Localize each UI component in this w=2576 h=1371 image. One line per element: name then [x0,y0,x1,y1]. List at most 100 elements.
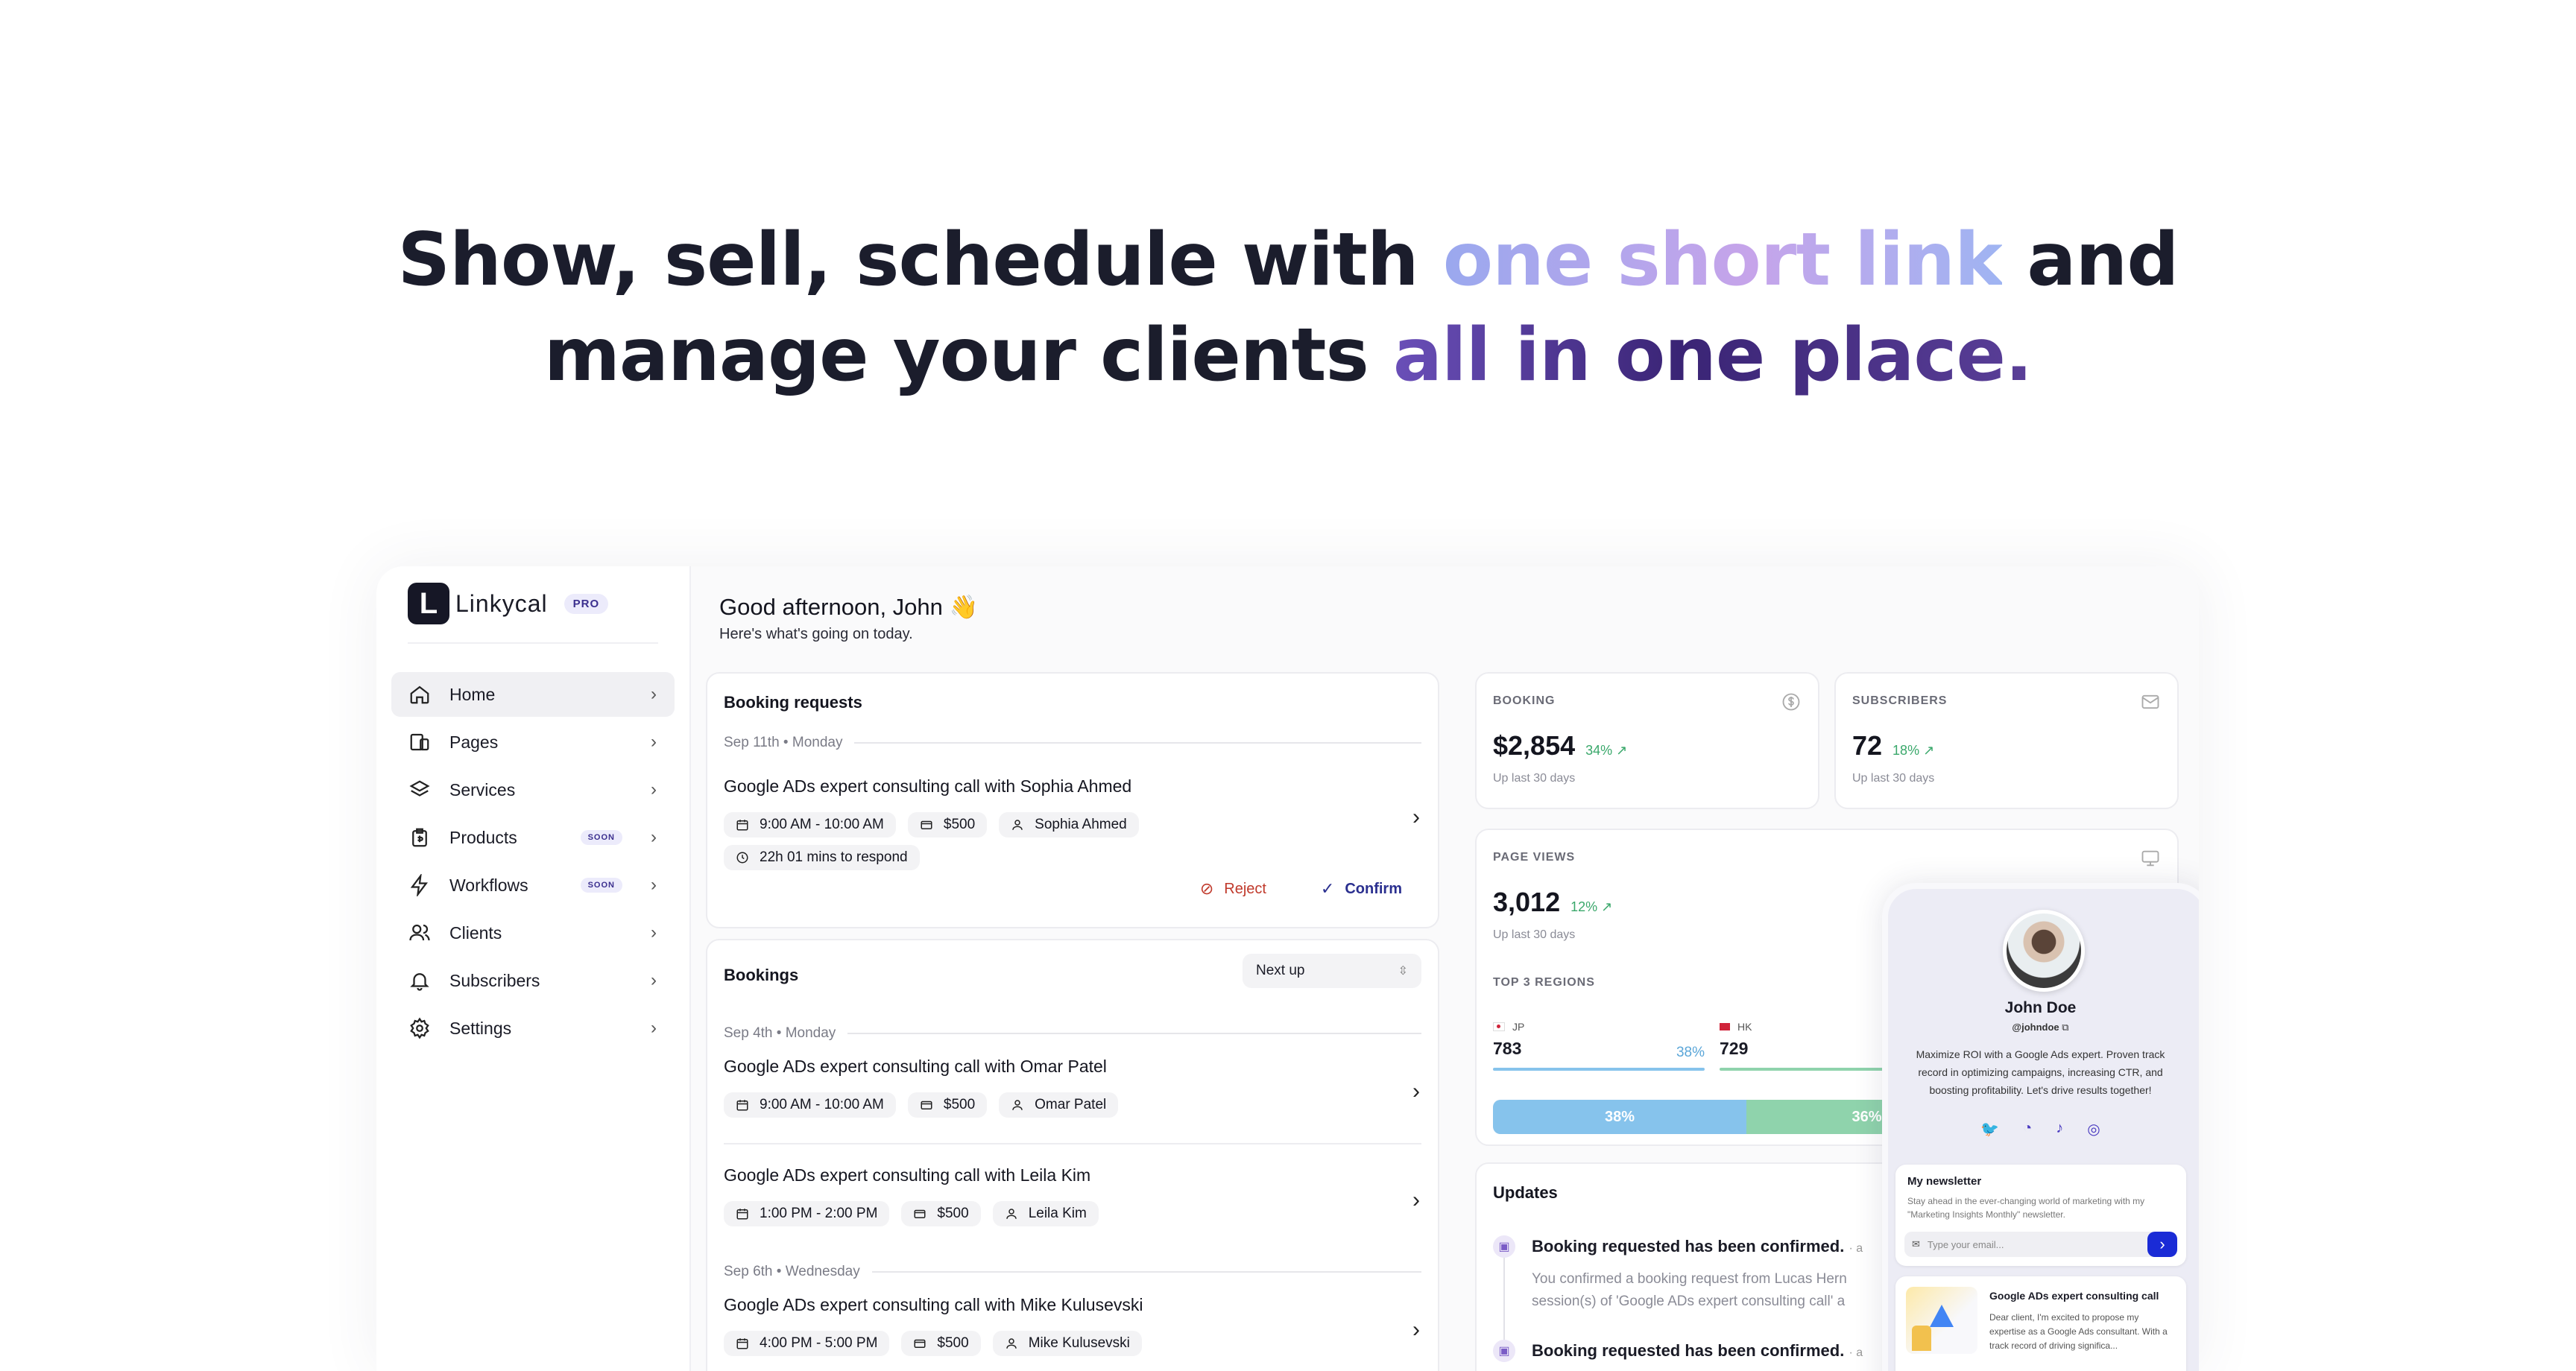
sidebar-item-services[interactable]: Services › [391,767,675,812]
reject-button[interactable]: ⊘ Reject [1200,879,1266,899]
sidebar-divider [408,642,658,644]
booking-details: 4:00 PM - 5:00 PM $500 Mike Kulusevski [724,1331,1154,1356]
regions-bar-segment-jp: 38% [1493,1100,1746,1134]
sidebar-item-products[interactable]: Products SOON › [391,815,675,860]
chevron-right-icon: › [651,684,657,704]
avatar [2003,910,2085,992]
region-pct: 38% [1676,1045,1705,1060]
calendar-icon [736,1100,748,1111]
sidebar-item-settings[interactable]: Settings › [391,1006,675,1051]
hero-text: manage your clients [543,313,1393,398]
stat-change: 34% ↗ [1585,743,1628,758]
user-icon [1012,820,1023,830]
chevron-updown-icon: ⇳ [1398,965,1408,978]
calendar-icon [736,820,748,831]
instagram-icon[interactable]: ◎ [2087,1120,2100,1139]
calendar-icon: ▣ [1493,1340,1515,1362]
profile-name: John Doe [2004,999,2077,1016]
hero-highlight: one short link [1442,218,2004,303]
profile-bio: Maximize ROI with a Google Ads expert. P… [1916,1048,2165,1096]
layers-icon [408,778,432,802]
hero-line-1: Show, sell, schedule with one short link… [0,212,2576,308]
sidebar-item-pages[interactable]: Pages › [391,720,675,764]
subscribe-button[interactable]: › [2147,1232,2177,1257]
soon-badge: SOON [580,830,622,845]
greeting-title: Good afternoon, John 👋 [719,594,979,620]
chevron-right-icon[interactable]: › [1412,1317,1420,1343]
date-label: Sep 6th • Wednesday [724,1264,860,1279]
chevron-right-icon[interactable]: › [1412,1188,1420,1213]
sidebar-item-workflows[interactable]: Workflows SOON › [391,863,675,908]
time-chip: 1:00 PM - 2:00 PM [724,1201,890,1226]
booking-title: Google ADs expert consulting call with S… [724,776,1132,796]
hero-line-2: manage your clients all in one place. [0,308,2576,403]
date-separator: Sep 11th • Monday [724,735,1421,751]
sidebar-item-label: Clients [449,922,502,943]
stat-period: Up last 30 days [1493,772,1576,785]
sidebar-item-clients[interactable]: Clients › [391,911,675,955]
update-body: You confirmed a booking request from Luc… [1532,1271,1847,1309]
copy-icon: ⧉ [2062,1022,2069,1033]
brand-logo[interactable]: L Linkycal PRO [408,583,609,624]
region-underline [1493,1068,1705,1071]
price-chip: $500 [901,1201,981,1226]
brand-name: Linkycal [455,589,548,617]
row-divider [724,1143,1421,1144]
card-icon [921,1101,932,1109]
hero-highlight: all in one place. [1392,313,2033,398]
card-title: Updates [1493,1183,1558,1202]
booking-details: 9:00 AM - 10:00 AM $500 Sophia Ahmed [724,812,1151,838]
calendar-icon [736,1209,748,1220]
confirm-button[interactable]: ✓ Confirm [1321,879,1402,899]
whatsapp-icon[interactable]: ◔ [2023,1120,2032,1139]
product-tag-icon [408,826,432,849]
bookings-filter-select[interactable]: Next up ⇳ [1243,954,1421,988]
flag-hk-icon [1720,1023,1730,1030]
twitter-icon[interactable]: 🐦 [1980,1120,1999,1139]
service-desc: Dear client, I'm excited to propose my e… [1989,1312,2168,1351]
stat-value: 72 18% ↗ [1852,730,1935,761]
calendar-icon [736,1338,748,1349]
sidebar-item-label: Subscribers [449,970,540,990]
user-icon [1006,1338,1017,1349]
profile-handle[interactable]: @johndoe ⧉ [1888,1022,2193,1033]
respond-chip: 22h 01 mins to respond [724,845,920,870]
hero-text: and [2002,218,2179,303]
hero-text: Show, sell, schedule with [397,218,1443,303]
date-label: Sep 4th • Monday [724,1025,836,1041]
booking-requests-card: Booking requests Sep 11th • Monday Googl… [706,672,1439,928]
stat-label: SUBSCRIBERS [1852,694,1948,707]
chevron-right-icon: › [651,875,657,895]
stat-change: 18% ↗ [1892,743,1935,758]
time-chip: 9:00 AM - 10:00 AM [724,1092,896,1118]
chevron-right-icon[interactable]: › [1412,1079,1420,1104]
hero-headline: Show, sell, schedule with one short link… [0,212,2576,403]
service-card[interactable]: Google ADs expert consulting call Dear c… [1895,1276,2186,1371]
sidebar-item-subscribers[interactable]: Subscribers › [391,958,675,1003]
sidebar-item-label: Products [449,827,517,847]
regions-bar-label: 38% [1604,1108,1635,1125]
chevron-right-icon: › [651,970,657,990]
newsletter-desc: Stay ahead in the ever-changing world of… [1907,1196,2145,1220]
mail-icon [2141,694,2159,709]
client-chip: Sophia Ahmed [999,812,1139,838]
tiktok-icon[interactable]: ♪ [2056,1120,2063,1139]
block-icon: ⊘ [1199,879,1214,898]
social-links: 🐦 ◔ ♪ ◎ [1888,1120,2193,1139]
sidebar: L Linkycal PRO Home › Pages › Services › [376,566,691,1371]
update-title: Booking requested has been confirmed. · … [1532,1237,1863,1256]
bookings-card: Bookings Next up ⇳ Sep 4th • Monday Goog… [706,939,1439,1371]
profile-preview-phone: John Doe @johndoe ⧉ Maximize ROI with a … [1882,883,2199,1371]
sidebar-item-home[interactable]: Home › [391,672,675,717]
pages-icon [408,730,432,754]
newsletter-email-field[interactable]: ✉ Type your email... › [1904,1232,2177,1257]
sidebar-item-label: Pages [449,732,499,752]
price-chip: $500 [901,1331,981,1356]
sidebar-nav: Home › Pages › Services › Products SOON … [391,672,675,1054]
time-chip: 4:00 PM - 5:00 PM [724,1331,890,1356]
booking-title: Google ADs expert consulting call with L… [724,1165,1091,1185]
chevron-right-icon[interactable]: › [1412,805,1420,830]
update-title: Booking requested has been confirmed. · … [1532,1341,1863,1360]
booking-title: Google ADs expert consulting call with M… [724,1295,1143,1314]
stat-period: Up last 30 days [1493,928,1576,941]
